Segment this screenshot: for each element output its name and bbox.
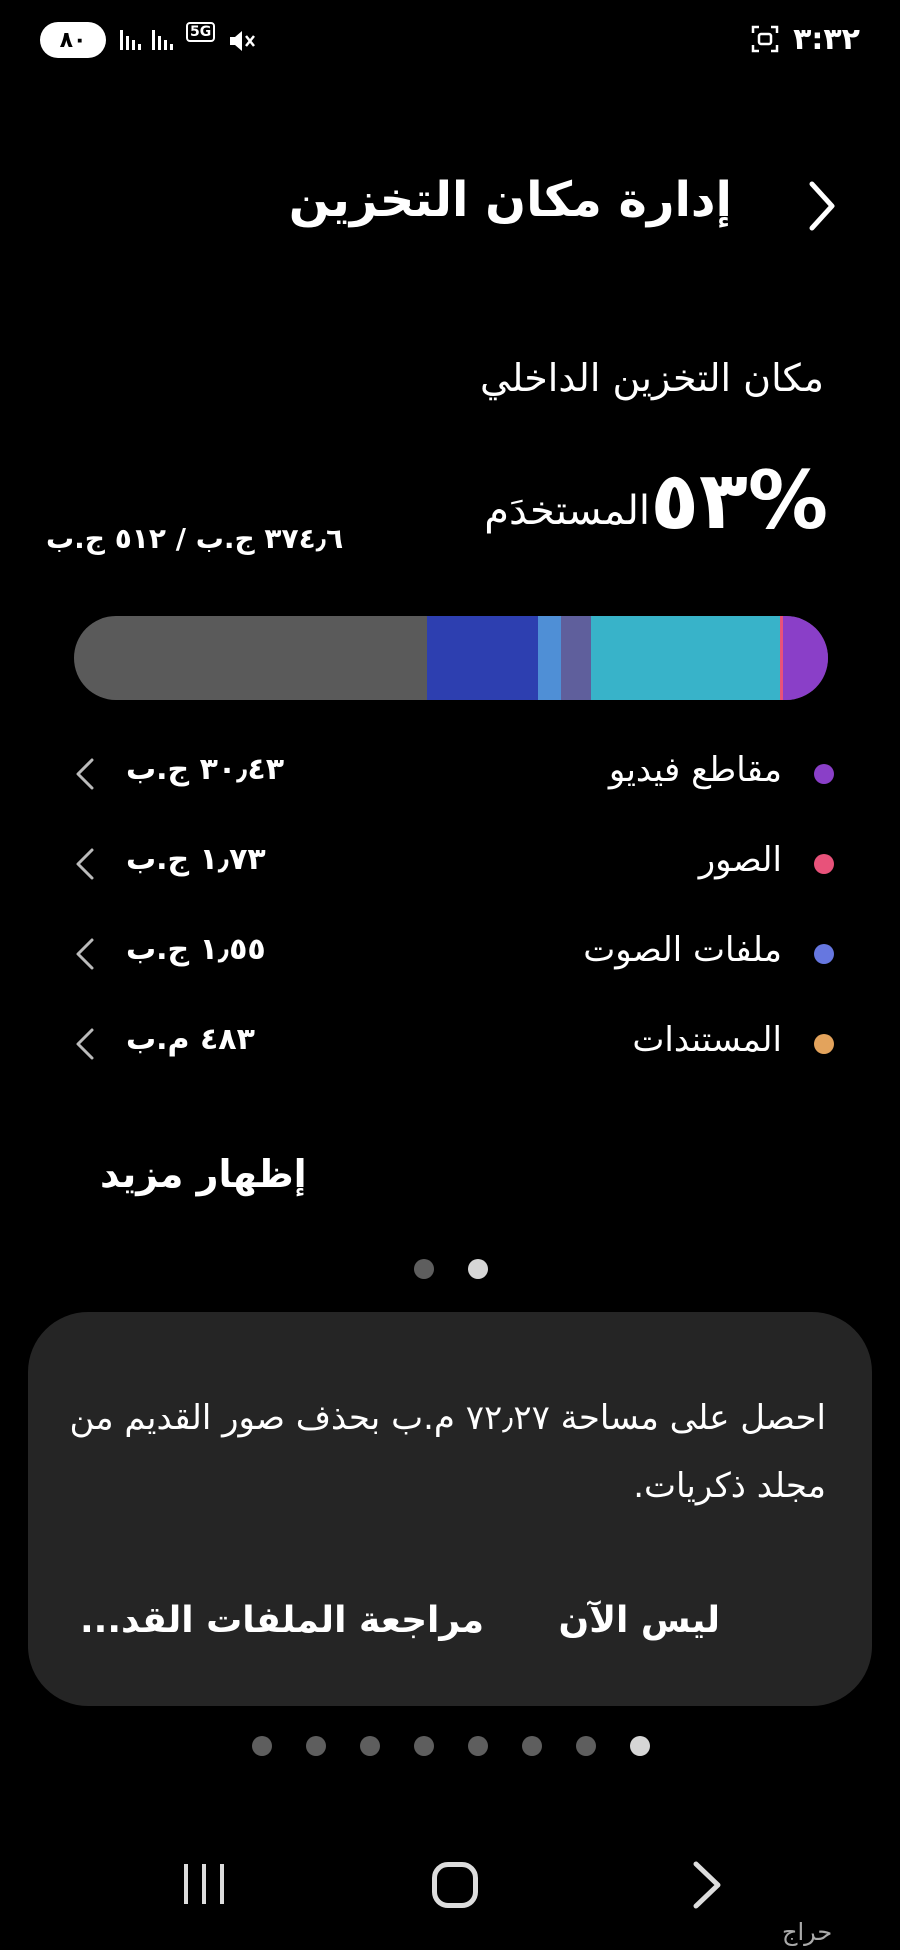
status-bar: ٣:٣٢ ٨٠ 5G	[0, 0, 900, 90]
review-files-button[interactable]: مراجعة الملفات القد...	[80, 1600, 484, 1641]
page-dot	[576, 1736, 596, 1756]
internal-storage-title: مكان التخزين الداخلي	[480, 356, 824, 400]
category-row[interactable]: مقاطع فيديو ٣٠٫٤٣ ج.ب	[74, 744, 834, 804]
signal-strength-icon	[152, 30, 173, 50]
storage-usage-bar	[74, 616, 828, 700]
category-color-dot	[814, 1034, 834, 1054]
show-more-button[interactable]: إظهار مزيد	[100, 1152, 307, 1196]
chevron-left-icon	[76, 758, 94, 790]
page-dot	[360, 1736, 380, 1756]
chevron-left-icon	[76, 848, 94, 880]
category-color-dot	[814, 944, 834, 964]
back-nav-icon[interactable]	[690, 1860, 724, 1910]
page-dot	[468, 1736, 488, 1756]
storage-bar-segment	[561, 616, 592, 700]
category-label: مقاطع فيديو	[608, 750, 782, 790]
page-dot	[468, 1259, 488, 1279]
category-row[interactable]: الصور ١٫٧٣ ج.ب	[74, 834, 834, 894]
category-size: ٣٠٫٤٣ ج.ب	[126, 752, 285, 787]
signal-strength-icon	[120, 30, 141, 50]
not-now-button[interactable]: ليس الآن	[558, 1600, 720, 1641]
status-time: ٣:٣٢	[793, 22, 860, 57]
category-color-dot	[814, 764, 834, 784]
screen-recorder-icon	[751, 25, 779, 53]
category-row[interactable]: المستندات ٤٨٣ م.ب	[74, 1014, 834, 1074]
recent-apps-icon[interactable]	[182, 1862, 228, 1906]
category-size: ١٫٥٥ ج.ب	[126, 932, 266, 967]
battery-indicator: ٨٠	[40, 22, 106, 58]
mute-icon	[230, 31, 255, 51]
storage-bar-segment	[591, 616, 780, 700]
category-label: ملفات الصوت	[583, 930, 782, 970]
card-page-indicator	[252, 1736, 650, 1756]
category-label: المستندات	[632, 1020, 782, 1060]
watermark-logo: حراج	[782, 1918, 833, 1946]
page-dot	[630, 1736, 650, 1756]
suggestion-card: احصل على مساحة ٧٢٫٢٧ م.ب بحذف صور القديم…	[28, 1312, 872, 1706]
chevron-left-icon	[76, 938, 94, 970]
storage-capacity: ٣٧٤٫٦ ج.ب / ٥١٢ ج.ب	[46, 522, 344, 555]
page-indicator	[414, 1259, 488, 1279]
page-dot	[252, 1736, 272, 1756]
page-dot	[414, 1736, 434, 1756]
category-color-dot	[814, 854, 834, 874]
page-dot	[522, 1736, 542, 1756]
network-type-badge: 5G	[186, 22, 216, 42]
back-chevron-icon[interactable]	[802, 176, 842, 236]
category-size: ٤٨٣ م.ب	[126, 1022, 255, 1057]
used-percent: %٥٣	[650, 454, 828, 547]
storage-bar-segment	[538, 616, 562, 700]
page-title: إدارة مكان التخزين	[288, 172, 732, 228]
home-icon[interactable]	[432, 1862, 478, 1908]
storage-bar-segment	[779, 616, 783, 700]
suggestion-text: احصل على مساحة ٧٢٫٢٧ م.ب بحذف صور القديم…	[69, 1398, 826, 1506]
category-label: الصور	[698, 840, 782, 880]
storage-bar-segment	[782, 616, 828, 700]
chevron-left-icon	[76, 1028, 94, 1060]
page-dot	[306, 1736, 326, 1756]
storage-bar-segment	[426, 616, 539, 700]
used-label: المستخدَم	[484, 488, 650, 534]
category-size: ١٫٧٣ ج.ب	[126, 842, 266, 877]
category-row[interactable]: ملفات الصوت ١٫٥٥ ج.ب	[74, 924, 834, 984]
page-dot	[414, 1259, 434, 1279]
